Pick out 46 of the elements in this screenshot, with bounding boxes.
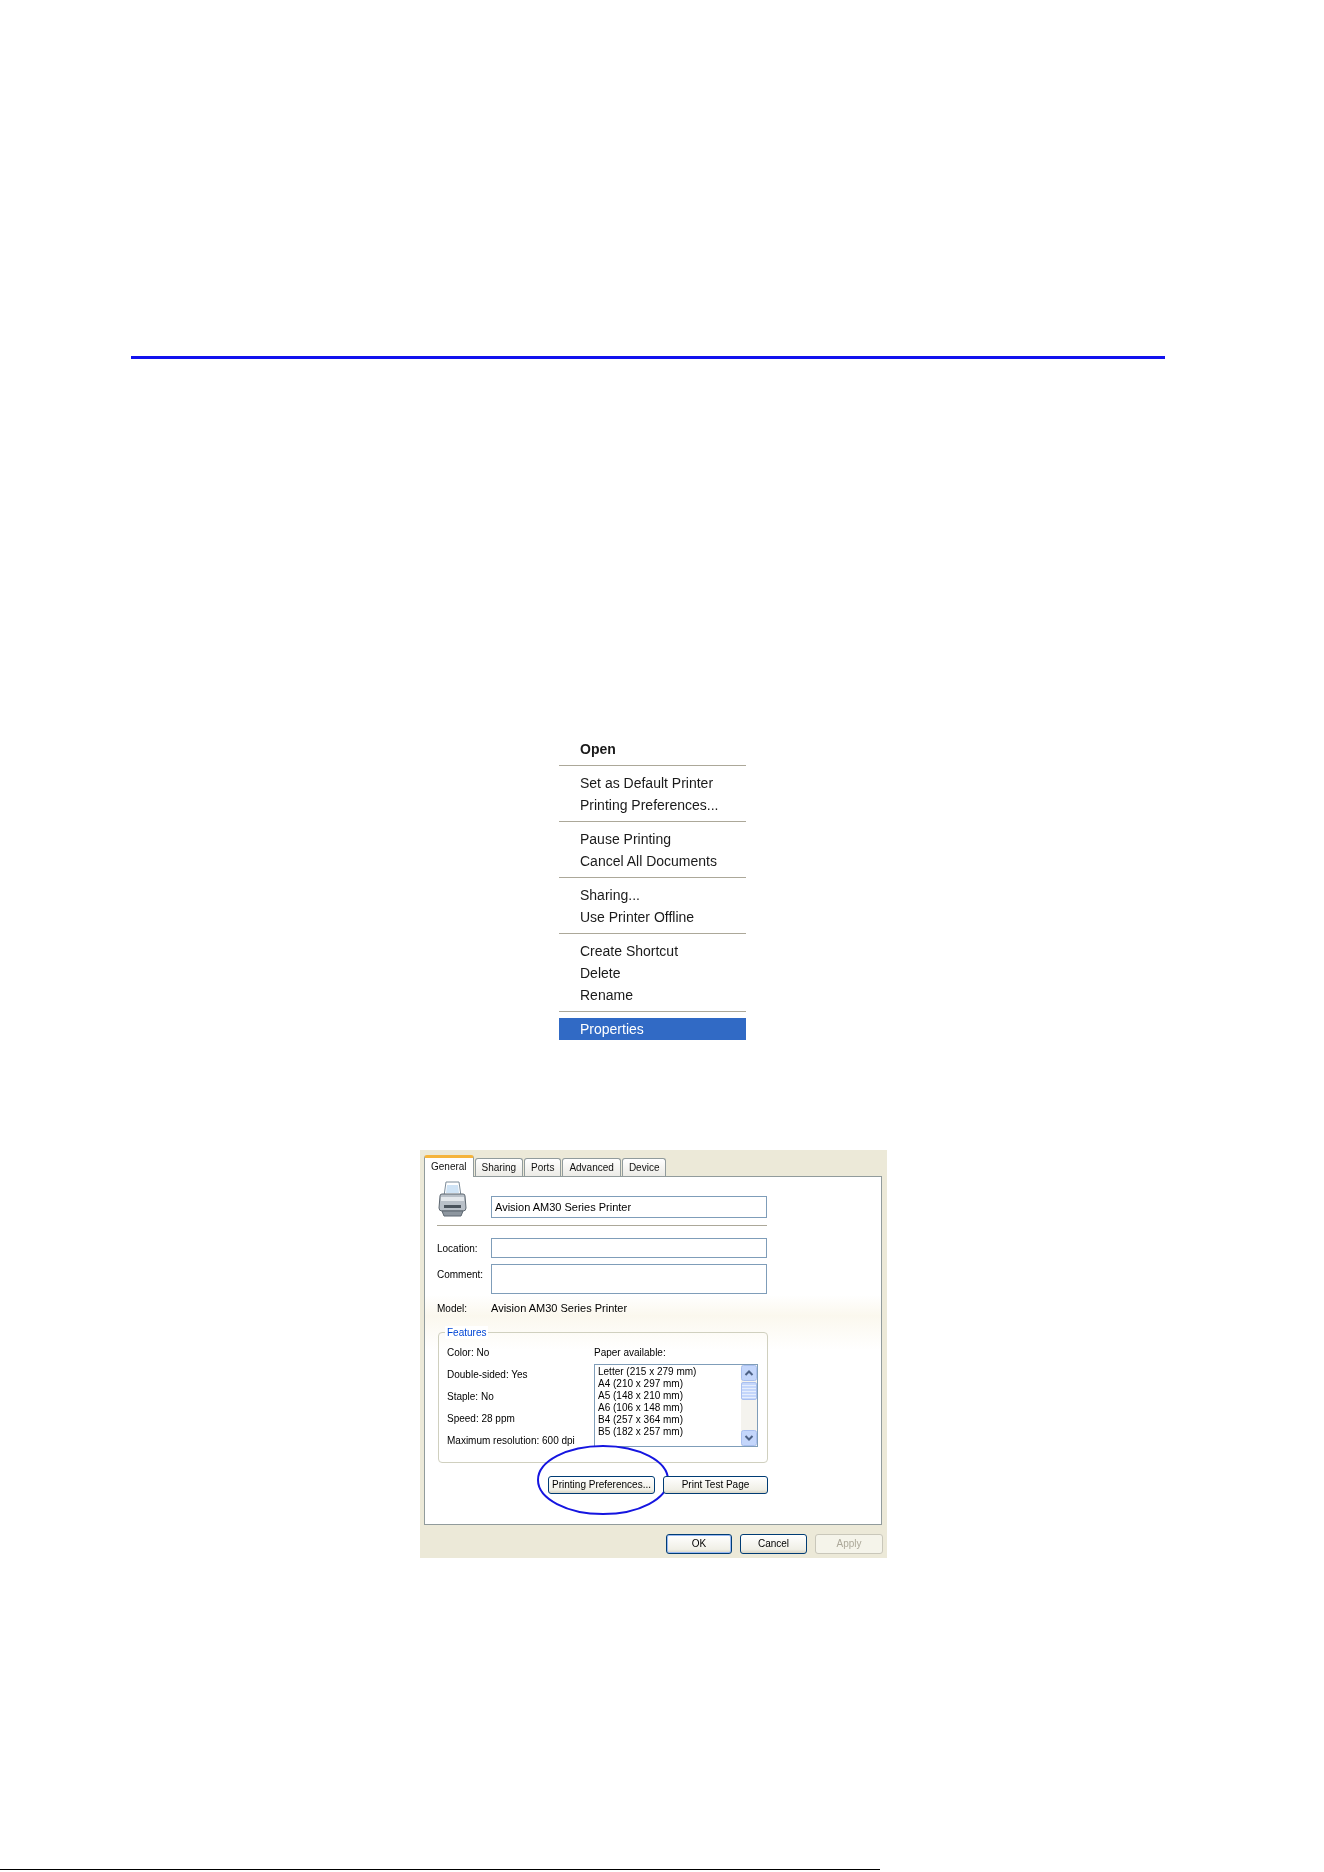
model-value: Avision AM30 Series Printer <box>491 1302 628 1314</box>
field-label: Comment: <box>437 1268 485 1280</box>
menu-item[interactable]: Rename <box>559 984 746 1006</box>
list-item[interactable]: A5 (148 x 210 mm) <box>598 1390 741 1402</box>
feature-text: Speed: 28 ppm <box>447 1412 516 1426</box>
menu-item[interactable]: Open <box>559 738 746 760</box>
field-label: Location: <box>437 1242 479 1254</box>
dialog-button[interactable]: Cancel <box>740 1534 807 1554</box>
tab[interactable]: Advanced <box>562 1158 621 1176</box>
menu-item[interactable]: Sharing... <box>559 884 746 906</box>
location-field[interactable] <box>491 1238 767 1258</box>
list-item[interactable]: Letter (215 x 279 mm) <box>598 1366 741 1378</box>
comment-field[interactable] <box>491 1264 767 1294</box>
list-item[interactable]: B5 (182 x 257 mm) <box>598 1426 741 1438</box>
paper-label: Paper available: <box>594 1346 667 1360</box>
menu-item[interactable]: Create Shortcut <box>559 940 746 962</box>
printer-name-field[interactable]: Avision AM30 Series Printer <box>491 1196 767 1218</box>
list-item[interactable]: A4 (210 x 297 mm) <box>598 1378 741 1390</box>
field-label: Model: <box>437 1302 468 1314</box>
menu-item[interactable]: Set as Default Printer <box>559 772 746 794</box>
menu-item[interactable]: Cancel All Documents <box>559 850 746 872</box>
tab[interactable]: Sharing <box>474 1158 524 1176</box>
scroll-down-icon[interactable] <box>741 1430 757 1446</box>
menu-item[interactable]: Properties <box>559 1018 746 1040</box>
paper-list[interactable]: Letter (215 x 279 mm) A4 (210 x 297 mm) A5 (148 x 210 mm) A6 (106 x 148 mm) B4 (257 x 364 mm) B5 (182 x 257 mm) <box>594 1364 758 1447</box>
menu-item[interactable]: Use Printer Offline <box>559 906 746 928</box>
tab[interactable]: General <box>424 1155 474 1177</box>
feature-text: Double-sided: Yes <box>447 1368 529 1382</box>
feature-text: Staple: No <box>447 1390 495 1404</box>
list-item[interactable]: B4 (257 x 364 mm) <box>598 1414 741 1426</box>
panel-button[interactable]: Printing Preferences... <box>548 1476 655 1494</box>
feature-text: Maximum resolution: 600 dpi <box>447 1434 576 1448</box>
menu-item[interactable]: Delete <box>559 962 746 984</box>
scrollbar-thumb[interactable] <box>741 1382 757 1400</box>
printer-icon <box>437 1180 468 1218</box>
menu-item[interactable]: Printing Preferences... <box>559 794 746 816</box>
tab[interactable]: Device <box>621 1158 667 1176</box>
feature-text: Color: No <box>447 1346 491 1360</box>
dialog-button[interactable]: OK <box>666 1534 732 1554</box>
scroll-up-icon[interactable] <box>741 1365 757 1381</box>
scrollbar[interactable] <box>741 1365 757 1446</box>
menu-item[interactable]: Pause Printing <box>559 828 746 850</box>
group-title: Features <box>445 1326 489 1339</box>
panel-button[interactable]: Print Test Page <box>663 1476 768 1494</box>
list-item[interactable]: A6 (106 x 148 mm) <box>598 1402 741 1414</box>
tab[interactable]: Ports <box>524 1158 562 1176</box>
